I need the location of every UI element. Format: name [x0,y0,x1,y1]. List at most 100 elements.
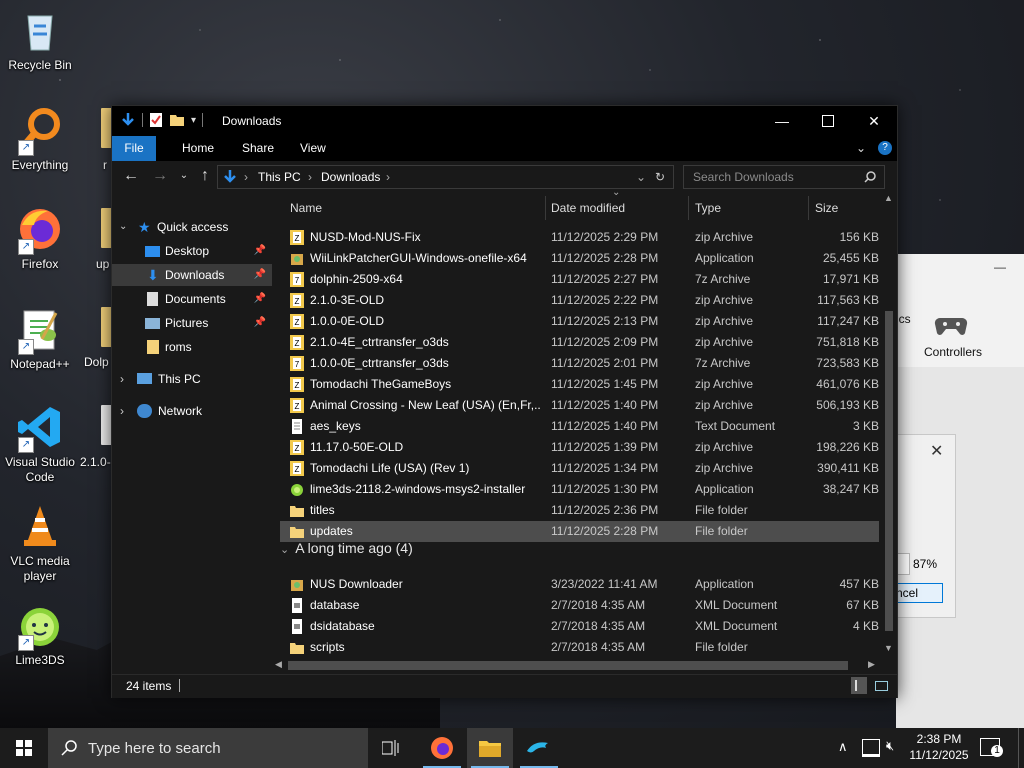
file-row[interactable]: Z 1.0.0-0E-OLD 11/12/2025 2:13 PM zip Archi… [280,311,879,332]
taskbar-file-explorer[interactable] [467,728,513,768]
up-button[interactable]: ↑ [195,165,215,187]
file-row[interactable]: Z Animal Crossing - New Leaf (USA) (En,Fr… [280,395,879,416]
nav-quick-access[interactable]: ⌄ ★ Quick access [112,216,272,238]
xml-file-icon [290,619,304,634]
help-icon[interactable]: ? [878,141,892,155]
search-box[interactable]: Search Downloads [683,165,885,189]
file-row[interactable]: 7 dolphin-2509-x64 11/12/2025 2:27 PM 7z Ar… [280,269,879,290]
column-separator[interactable] [545,196,546,220]
tab-view[interactable]: View [288,136,338,161]
taskbar-firefox[interactable] [419,728,465,768]
breadcrumb-downloads[interactable]: Downloads [321,170,380,184]
details-view-button[interactable] [851,677,867,694]
address-dropdown-icon[interactable]: ⌄ [636,170,646,184]
customize-toolbar-icon[interactable]: ▾ [191,115,196,126]
file-row[interactable]: dsidatabase 2/7/2018 4:35 AM XML Document 4… [280,616,879,637]
notification-center-button[interactable]: 1 [980,738,1003,757]
column-separator[interactable] [808,196,809,220]
file-row[interactable]: database 2/7/2018 4:35 AM XML Document 67 K… [280,595,879,616]
back-button[interactable]: ← [121,165,141,187]
close-button[interactable]: ✕ [851,106,897,136]
breadcrumb-this-pc[interactable]: This PC [258,170,301,184]
desktop-icon-lime3ds[interactable]: ↗ Lime3DS [0,601,80,668]
taskbar-search[interactable]: Type here to search [48,728,368,768]
tab-file[interactable]: File [112,136,156,161]
refresh-icon[interactable]: ↻ [655,170,665,184]
minimize-button[interactable]: — [759,106,805,136]
recent-locations-button[interactable]: ⌄ [174,165,194,187]
maximize-button[interactable] [805,106,851,136]
file-row[interactable]: updates 11/12/2025 2:28 PM File folder [280,521,879,542]
new-folder-icon[interactable] [169,112,185,128]
volume-muted-icon[interactable]: 🔇︎ [886,738,894,754]
vertical-scroll-thumb[interactable] [885,311,893,631]
file-row[interactable]: WiiLinkPatcherGUI-Windows-onefile-x64 11/… [280,248,879,269]
properties-icon[interactable] [149,112,163,128]
scroll-up-icon[interactable]: ▲ [884,193,893,203]
scroll-down-icon[interactable]: ▼ [884,643,893,653]
file-name: dolphin-2509-x64 [310,272,403,286]
file-row[interactable]: NUS Downloader 3/23/2022 11:41 AM Applicat… [280,574,879,595]
desktop-icon-firefox[interactable]: ↗ Firefox [0,205,80,272]
file-row[interactable]: titles 11/12/2025 2:36 PM File folder [280,500,879,521]
cancel-button[interactable]: ncel [895,583,943,603]
file-row[interactable]: Z Tomodachi TheGameBoys 11/12/2025 1:45 PM… [280,374,879,395]
start-button[interactable] [0,728,48,768]
desktop-icon-vlc[interactable]: VLC media player [0,502,80,584]
horizontal-scroll-thumb[interactable] [288,661,848,670]
scroll-right-icon[interactable]: ▶ [868,659,875,670]
nav-pictures[interactable]: Pictures 📌 [112,312,272,334]
folder-file-icon [290,503,304,518]
column-header-date[interactable]: Date modified [551,196,625,220]
file-row[interactable]: Z 2.1.0-4E_ctrtransfer_o3ds 11/12/2025 2:0… [280,332,879,353]
taskbar-dolphin[interactable] [516,728,562,768]
download-arrow-icon[interactable] [120,112,136,128]
desktop-icon-notepadpp[interactable]: ↗ Notepad++ [0,305,80,372]
nav-desktop[interactable]: Desktop 📌 [112,240,272,262]
zip-file-icon: Z [290,440,304,455]
show-hidden-icons-button[interactable]: ∧ [838,739,848,755]
clock-date: 11/12/2025 [909,748,969,762]
desktop-icon-everything[interactable]: ↗ Everything [0,106,80,173]
network-status-icon[interactable] [862,739,880,757]
system-clock[interactable]: 2:38 PM 11/12/2025 [905,731,973,763]
file-row[interactable]: scripts 2/7/2018 4:35 AM File folder [280,637,879,658]
scroll-left-icon[interactable]: ◀ [275,659,282,670]
forward-button[interactable]: → [150,165,170,187]
column-header-name[interactable]: Name [290,196,322,220]
lime-file-icon [290,482,304,497]
horizontal-scrollbar[interactable]: ◀ ▶ [272,657,881,674]
expand-ribbon-icon[interactable]: ⌄ [856,141,866,155]
nav-network[interactable]: › Network [112,400,272,422]
nav-this-pc[interactable]: › This PC [112,368,272,390]
column-header-size[interactable]: Size [815,196,838,220]
task-view-button[interactable] [368,728,414,768]
vertical-scrollbar[interactable]: ▲ ▼ [881,191,897,674]
file-row[interactable]: lime3ds-2118.2-windows-msys2-installer 11… [280,479,879,500]
quick-access-toolbar: ▾ [120,112,204,128]
desktop-icon-vscode[interactable]: ↗ Visual Studio Code [0,403,80,485]
minimize-icon[interactable]: — [994,260,1006,274]
file-row[interactable]: Z NUSD-Mod-NUS-Fix 11/12/2025 2:29 PM zip A… [280,227,879,248]
show-desktop-button[interactable] [1018,728,1024,768]
close-icon[interactable]: ✕ [930,441,943,461]
column-header-type[interactable]: Type [695,196,721,220]
file-row[interactable]: aes_keys 11/12/2025 1:40 PM Text Document 3… [280,416,879,437]
settings-item-label[interactable]: ics [896,312,911,326]
group-header[interactable]: ⌄ A long time ago (4) [280,540,413,556]
column-separator[interactable] [688,196,689,220]
large-icons-view-button[interactable] [873,677,889,694]
file-row[interactable]: Z Tomodachi Life (USA) (Rev 1) 11/12/2025 … [280,458,879,479]
tab-share[interactable]: Share [230,136,286,161]
svg-text:Z: Z [295,339,300,348]
file-row[interactable]: Z 2.1.0-3E-OLD 11/12/2025 2:22 PM zip Archi… [280,290,879,311]
title-bar[interactable]: ▾ Downloads — ✕ [112,106,897,136]
nav-documents[interactable]: Documents 📌 [112,288,272,310]
nav-downloads[interactable]: ⬇ Downloads 📌 [112,264,272,286]
desktop-icon-recycle-bin[interactable]: Recycle Bin [0,6,80,73]
nav-roms[interactable]: roms [112,336,272,358]
tab-home[interactable]: Home [170,136,226,161]
file-row[interactable]: Z 11.17.0-50E-OLD 11/12/2025 1:39 PM zip Ar… [280,437,879,458]
address-bar[interactable]: › This PC › Downloads › ⌄ ↻ [217,165,674,189]
file-row[interactable]: 7 1.0.0-0E_ctrtransfer_o3ds 11/12/2025 2:0… [280,353,879,374]
